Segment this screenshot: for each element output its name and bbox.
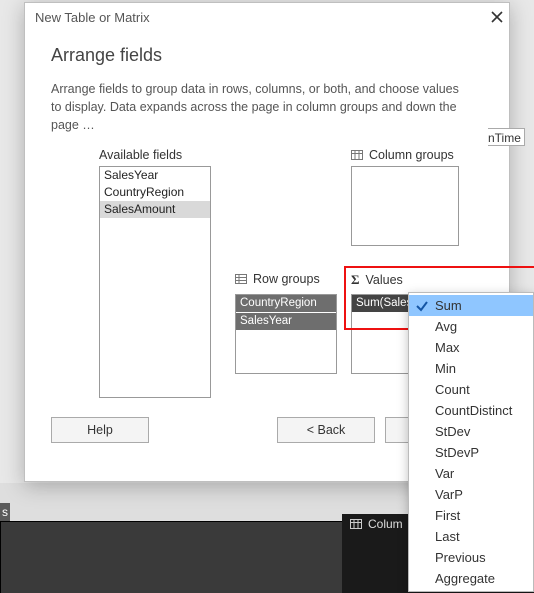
aggregate-menu-item[interactable]: VarP: [409, 484, 533, 505]
available-fields-list[interactable]: SalesYearCountryRegionSalesAmount: [99, 166, 211, 398]
aggregate-menu-item[interactable]: Count: [409, 379, 533, 400]
table-icon: [235, 274, 247, 284]
dialog-title: New Table or Matrix: [35, 10, 150, 25]
values-label: Σ Values: [351, 272, 403, 288]
available-fields-label: Available fields: [99, 148, 182, 162]
extra-field-fragment: nTime: [488, 128, 525, 146]
aggregate-menu-item[interactable]: Max: [409, 337, 533, 358]
aggregate-menu-item[interactable]: StDevP: [409, 442, 533, 463]
column-groups-label: Column groups: [351, 148, 454, 162]
check-icon: [415, 298, 429, 312]
row-groups-label: Row groups: [235, 272, 320, 286]
available-field-item[interactable]: CountryRegion: [100, 184, 210, 201]
aggregate-menu-item[interactable]: Aggregate: [409, 568, 533, 589]
titlebar: New Table or Matrix: [25, 3, 509, 31]
available-field-item[interactable]: SalesYear: [100, 167, 210, 184]
aggregate-menu-item[interactable]: Avg: [409, 316, 533, 337]
column-groups-box[interactable]: [351, 166, 459, 246]
aggregate-menu-item[interactable]: Sum: [409, 295, 533, 316]
designer-row-groups-panel: [0, 521, 344, 593]
table-icon: [350, 519, 362, 529]
row-groups-text: Row groups: [253, 272, 320, 286]
row-group-chip[interactable]: SalesYear: [236, 313, 336, 330]
values-text: Values: [366, 273, 403, 287]
table-icon: [351, 150, 363, 160]
help-button[interactable]: Help: [51, 417, 149, 443]
page-description: Arrange fields to group data in rows, co…: [51, 80, 471, 134]
aggregate-menu-item[interactable]: First: [409, 505, 533, 526]
row-group-chip[interactable]: CountryRegion: [236, 295, 336, 312]
row-groups-box[interactable]: CountryRegionSalesYear: [235, 294, 337, 374]
page-heading: Arrange fields: [51, 45, 483, 66]
aggregate-menu[interactable]: SumAvgMaxMinCountCountDistinctStDevStDev…: [408, 292, 534, 592]
designer-column-groups-label: Colum: [368, 517, 403, 531]
aggregate-menu-item[interactable]: Var: [409, 463, 533, 484]
aggregate-menu-item[interactable]: StDev: [409, 421, 533, 442]
aggregate-menu-item[interactable]: CountDistinct: [409, 400, 533, 421]
available-field-item[interactable]: SalesAmount: [100, 201, 210, 218]
aggregate-menu-item[interactable]: Previous: [409, 547, 533, 568]
designer-tab-fragment: s: [0, 503, 10, 521]
sigma-icon: Σ: [351, 272, 360, 288]
aggregate-menu-item[interactable]: Last: [409, 526, 533, 547]
close-button[interactable]: [491, 11, 503, 23]
column-groups-text: Column groups: [369, 148, 454, 162]
aggregate-menu-item[interactable]: Min: [409, 358, 533, 379]
back-button[interactable]: < Back: [277, 417, 375, 443]
